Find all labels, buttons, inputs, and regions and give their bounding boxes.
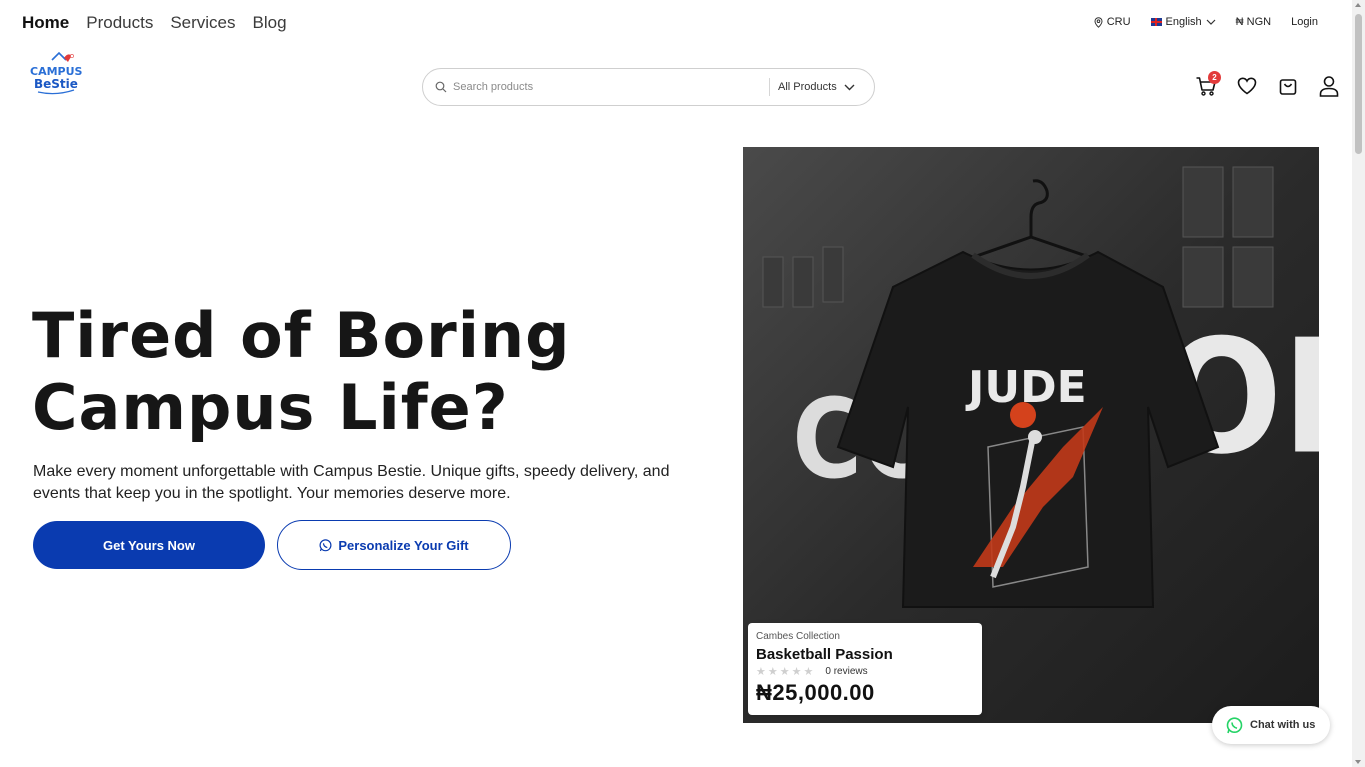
shopping-bag-icon: [1279, 79, 1297, 95]
scroll-down-arrow-icon[interactable]: [1355, 760, 1361, 764]
main-nav-links: Home Products Services Blog: [22, 13, 287, 33]
product-collection: Cambes Collection: [756, 631, 840, 642]
search-divider: [769, 78, 770, 96]
cart-count-badge: 2: [1208, 71, 1221, 84]
review-count: 0 reviews: [825, 666, 868, 677]
language-selector[interactable]: English: [1150, 16, 1216, 28]
header-actions: 2: [1195, 71, 1340, 98]
hero-title-line1: Tired of Boring: [32, 299, 571, 372]
language-label: English: [1165, 16, 1202, 28]
scrollbar-thumb[interactable]: [1355, 14, 1362, 154]
currency-selector[interactable]: ₦ NGN: [1236, 16, 1271, 28]
utility-bar: CRU English ₦ NGN Login: [1094, 16, 1318, 28]
whatsapp-icon: [319, 538, 332, 551]
star-icon: ★: [803, 666, 814, 678]
chat-label: Chat with us: [1250, 719, 1316, 731]
heart-icon: [1237, 77, 1257, 95]
star-icon: ★: [791, 666, 802, 678]
personalize-gift-label: Personalize Your Gift: [338, 537, 469, 553]
product-price: ₦25,000.00: [756, 680, 875, 705]
currency-label: ₦ NGN: [1235, 16, 1272, 28]
chevron-down-icon: [844, 84, 855, 90]
account-button[interactable]: [1318, 74, 1340, 98]
chevron-down-icon: [1206, 19, 1216, 25]
category-label: All Products: [778, 81, 837, 93]
page-scrollbar[interactable]: [1352, 0, 1365, 767]
product-rating: ★ ★ ★ ★ ★ 0 reviews: [756, 665, 974, 678]
star-icon: ★: [779, 666, 790, 678]
personalize-gift-button[interactable]: Personalize Your Gift: [277, 520, 511, 570]
chat-with-us-button[interactable]: Chat with us: [1212, 706, 1330, 744]
nav-link-products[interactable]: Products: [86, 13, 153, 33]
get-yours-now-button[interactable]: Get Yours Now: [33, 521, 265, 569]
nav-link-blog[interactable]: Blog: [253, 13, 287, 33]
location-selector[interactable]: CRU: [1094, 16, 1131, 28]
get-yours-now-label: Get Yours Now: [103, 537, 195, 553]
search-bar: All Products: [422, 68, 875, 106]
top-navigation: Home Products Services Blog CRU English …: [0, 0, 1350, 46]
nav-link-services[interactable]: Services: [170, 13, 235, 33]
campus-bestie-logo[interactable]: CAMPUS BeStie: [28, 50, 86, 96]
wishlist-button[interactable]: [1236, 74, 1258, 98]
nav-link-home[interactable]: Home: [22, 13, 69, 33]
hero-title-line2: Campus Life?: [32, 371, 509, 444]
product-name: Basketball Passion: [756, 646, 893, 663]
product-card[interactable]: Cambes Collection Basketball Passion ★ ★…: [748, 623, 982, 715]
location-label: CRU: [1106, 16, 1131, 28]
star-icon: ★: [767, 666, 778, 678]
logo-text-line2: BeStie: [34, 77, 78, 91]
login-label: Login: [1291, 16, 1318, 28]
scroll-up-arrow-icon[interactable]: [1355, 3, 1361, 7]
cart-button[interactable]: 2: [1195, 71, 1221, 98]
hero-subtitle: Make every moment unforgettable with Cam…: [33, 463, 670, 502]
category-dropdown[interactable]: All Products: [778, 81, 855, 93]
user-icon: [1319, 76, 1339, 97]
star-icon: ★: [756, 666, 766, 678]
search-input[interactable]: [453, 81, 763, 93]
hero-title: Tired of Boring Campus Life?: [32, 300, 652, 444]
uk-flag-icon: [1150, 18, 1162, 26]
search-icon: [435, 81, 447, 93]
location-pin-icon: [1094, 16, 1103, 28]
login-link[interactable]: Login: [1291, 16, 1318, 28]
orders-button[interactable]: [1277, 74, 1299, 98]
whatsapp-icon: [1226, 716, 1243, 733]
